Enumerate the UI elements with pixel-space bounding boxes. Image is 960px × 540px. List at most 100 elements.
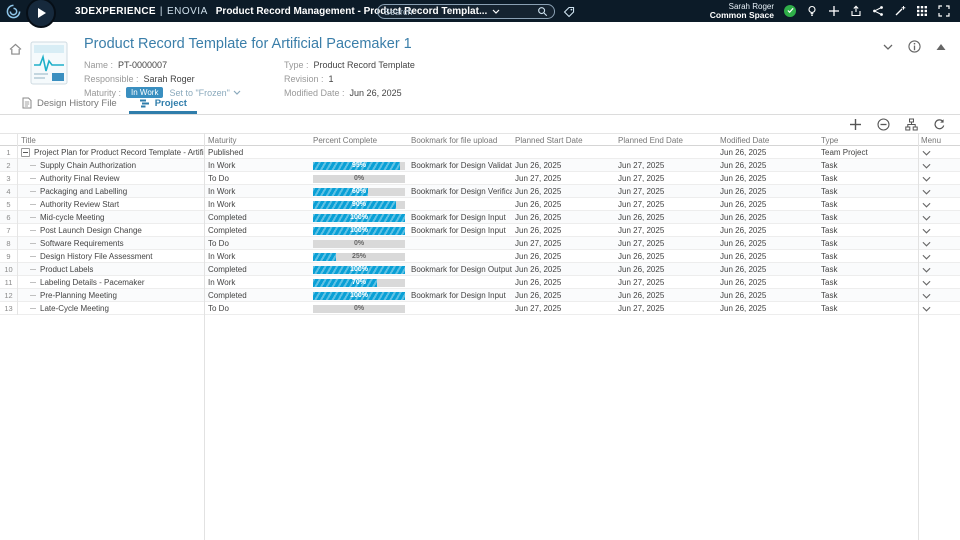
planned-start-cell: Jun 26, 2025	[515, 278, 562, 287]
table-row[interactable]: 13 Late-Cycle Meeting To Do 0% Jun 27, 2…	[0, 302, 960, 315]
tab-label: Design History File	[37, 97, 117, 109]
row-menu-chevron-icon[interactable]	[922, 176, 931, 182]
table-row[interactable]: 5 Authority Review Start In Work 90% Jun…	[0, 198, 960, 211]
bookmark-cell: Bookmark for Design Input	[411, 291, 506, 300]
task-title: Design History File Assessment	[40, 252, 153, 261]
online-status-badge[interactable]	[784, 4, 796, 17]
3ds-logo-icon[interactable]	[6, 4, 21, 19]
progress-bar: 0%	[313, 304, 405, 313]
tag-icon[interactable]	[563, 6, 575, 18]
table-row[interactable]: 12 Pre-Planning Meeting Completed 100% B…	[0, 289, 960, 302]
table-row[interactable]: 4 Packaging and Labelling In Work 60% Bo…	[0, 185, 960, 198]
menu-cell	[918, 189, 960, 195]
col-bookmark[interactable]: Bookmark for file upload	[408, 136, 512, 145]
col-type[interactable]: Type	[818, 136, 918, 145]
row-menu-chevron-icon[interactable]	[922, 150, 931, 156]
percent-cell: 100%	[310, 265, 408, 274]
modified-date-cell: Jun 26, 2025	[720, 278, 767, 287]
expander-icon[interactable]	[21, 148, 30, 157]
user-space: Common Space	[709, 9, 774, 20]
add-row-icon[interactable]	[849, 118, 862, 131]
col-menu[interactable]: Menu	[918, 136, 960, 145]
row-menu-chevron-icon[interactable]	[922, 241, 931, 247]
fullscreen-icon[interactable]	[938, 5, 950, 17]
table-row[interactable]: 10 Product Labels Completed 100% Bookmar…	[0, 263, 960, 276]
collaboration-share-nodes-icon[interactable]	[872, 5, 884, 17]
planned-start-cell: Jun 26, 2025	[515, 187, 562, 196]
menu-cell	[918, 215, 960, 221]
search-input[interactable]	[384, 6, 538, 17]
maturity-cell: Completed	[208, 226, 247, 235]
row-menu-chevron-icon[interactable]	[922, 163, 931, 169]
maturity-cell: To Do	[208, 239, 229, 248]
share-icon[interactable]	[850, 5, 862, 17]
row-menu-chevron-icon[interactable]	[922, 215, 931, 221]
table-row[interactable]: 7 Post Launch Design Change Completed 10…	[0, 224, 960, 237]
remove-row-icon[interactable]	[877, 117, 890, 131]
planned-start-cell: Jun 27, 2025	[515, 304, 562, 313]
type-cell: Task	[821, 304, 838, 313]
planned-start-cell: Jun 26, 2025	[515, 213, 562, 222]
task-title: Packaging and Labelling	[40, 187, 128, 196]
maturity-cell: In Work	[208, 187, 236, 196]
header-chevron-down-icon[interactable]	[883, 44, 893, 50]
row-menu-chevron-icon[interactable]	[922, 293, 931, 299]
type-label: Type	[284, 60, 314, 70]
col-planned-end[interactable]: Planned End Date	[615, 136, 717, 145]
info-icon[interactable]	[908, 40, 921, 53]
home-icon[interactable]	[9, 42, 22, 60]
maturity-cell: Completed	[208, 265, 247, 274]
col-planned-start[interactable]: Planned Start Date	[512, 136, 615, 145]
search-icon[interactable]	[537, 6, 548, 17]
menu-cell	[918, 150, 960, 156]
refresh-icon[interactable]	[933, 118, 946, 131]
table-row[interactable]: 1 Project Plan for Product Record Templa…	[0, 146, 960, 159]
col-percent-complete[interactable]: Percent Complete	[310, 136, 408, 145]
table-row[interactable]: 8 Software Requirements To Do 0% Jun 27,…	[0, 237, 960, 250]
hierarchy-view-icon[interactable]	[905, 118, 918, 131]
row-menu-chevron-icon[interactable]	[922, 254, 931, 260]
row-number: 13	[0, 302, 18, 315]
collapse-header-icon[interactable]	[936, 43, 946, 51]
assistant-lightbulb-icon[interactable]	[806, 5, 818, 17]
magic-wand-icon[interactable]	[894, 5, 906, 17]
table-row[interactable]: 6 Mid-cycle Meeting Completed 100% Bookm…	[0, 211, 960, 224]
table-row[interactable]: 2 Supply Chain Authorization In Work 95%…	[0, 159, 960, 172]
row-number: 2	[0, 159, 18, 172]
add-icon[interactable]	[828, 5, 840, 17]
revision-label: Revision	[284, 74, 329, 84]
row-menu-chevron-icon[interactable]	[922, 280, 931, 286]
revision-value: 1	[328, 73, 334, 84]
row-number: 9	[0, 250, 18, 263]
title-cell: Supply Chain Authorization	[18, 161, 205, 170]
apps-grid-icon[interactable]	[916, 5, 928, 17]
table-row[interactable]: 11 Labeling Details - Pacemaker In Work …	[0, 276, 960, 289]
user-menu[interactable]: Sarah Roger Common Space	[710, 2, 774, 21]
progress-bar: 90%	[313, 200, 405, 209]
planned-end-cell: Jun 27, 2025	[618, 200, 665, 209]
planned-end-cell: Jun 26, 2025	[618, 213, 665, 222]
title-cell: Design History File Assessment	[18, 252, 205, 261]
title-cell: Packaging and Labelling	[18, 187, 205, 196]
type-cell: Task	[821, 278, 838, 287]
table-row[interactable]: 3 Authority Final Review To Do 0% Jun 27…	[0, 172, 960, 185]
modified-date-cell: Jun 26, 2025	[720, 265, 767, 274]
row-number: 1	[0, 146, 18, 159]
row-menu-chevron-icon[interactable]	[922, 228, 931, 234]
maturity-action-link[interactable]: Set to "Frozen"	[169, 88, 241, 98]
brand-separator: |	[159, 5, 163, 17]
row-menu-chevron-icon[interactable]	[922, 306, 931, 312]
table-row[interactable]: 9 Design History File Assessment In Work…	[0, 250, 960, 263]
maturity-cell: To Do	[208, 304, 229, 313]
row-menu-chevron-icon[interactable]	[922, 267, 931, 273]
col-modified-date[interactable]: Modified Date	[717, 136, 818, 145]
row-menu-chevron-icon[interactable]	[922, 189, 931, 195]
row-menu-chevron-icon[interactable]	[922, 202, 931, 208]
title-cell: Post Launch Design Change	[18, 226, 205, 235]
search-box[interactable]	[377, 4, 556, 19]
col-title[interactable]: Title	[18, 136, 205, 145]
planned-end-cell: Jun 27, 2025	[618, 239, 665, 248]
progress-label: 0%	[353, 240, 365, 247]
col-maturity[interactable]: Maturity	[205, 136, 310, 145]
progress-label: 100%	[350, 266, 368, 273]
